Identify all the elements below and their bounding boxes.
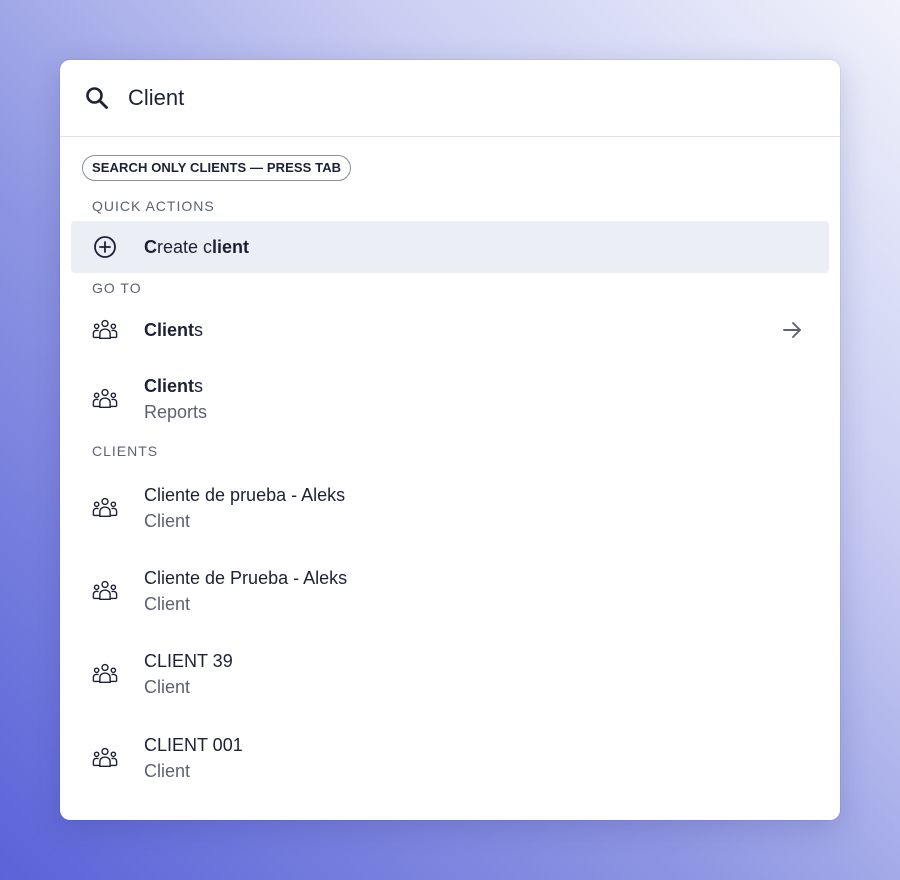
goto-item-label: Clients xyxy=(144,320,204,340)
search-input[interactable] xyxy=(128,85,728,111)
client-type: Client xyxy=(144,677,191,697)
goto-item-clients-reports[interactable]: Clients Reports xyxy=(71,360,829,438)
group-icon xyxy=(92,317,118,343)
client-row-text: Cliente de prueba - Aleks Client xyxy=(144,482,345,534)
client-type: Client xyxy=(144,510,191,531)
client-row[interactable]: Cliente de Prueba - Aleks Client xyxy=(71,549,829,632)
client-name: CLIENT 39 xyxy=(144,651,233,671)
group-icon xyxy=(92,745,118,771)
client-type: Client xyxy=(144,593,191,614)
section-label-go-to: GO TO xyxy=(92,280,142,296)
client-row[interactable]: CLIENT 001 Client xyxy=(71,716,829,799)
client-row-text: CLIENT 39 Client xyxy=(144,648,233,700)
client-row[interactable]: CLIENT 39 Client xyxy=(71,632,829,716)
section-label-quick-actions: QUICK ACTIONS xyxy=(92,198,215,214)
command-palette: SEARCH ONLY CLIENTS — PRESS TAB QUICK AC… xyxy=(60,60,840,820)
plus-circle-icon xyxy=(92,234,118,260)
section-label-clients: CLIENTS xyxy=(92,443,159,459)
search-scope-chip[interactable]: SEARCH ONLY CLIENTS — PRESS TAB xyxy=(82,155,352,181)
quick-action-create-client[interactable]: Create client xyxy=(71,221,829,273)
client-row[interactable]: Cliente de prueba - Aleks Client xyxy=(71,466,829,549)
group-icon xyxy=(92,578,118,604)
client-type: Client xyxy=(144,760,191,781)
client-name: Cliente de Prueba - Aleks xyxy=(144,567,348,588)
goto-item-text: Clients Reports xyxy=(144,373,207,425)
client-row-text: Cliente de Prueba - Aleks Client xyxy=(144,565,347,617)
group-icon xyxy=(92,386,118,412)
client-name: CLIENT 001 xyxy=(144,734,243,755)
results-list: SEARCH ONLY CLIENTS — PRESS TAB QUICK AC… xyxy=(60,137,840,799)
goto-item-label: Clients xyxy=(144,376,204,396)
quick-action-label: Create client xyxy=(144,237,250,257)
client-row-text: CLIENT 001 Client xyxy=(144,732,243,784)
search-icon xyxy=(84,85,110,111)
goto-item-subtitle: Reports xyxy=(144,402,208,422)
arrow-right-icon xyxy=(781,319,803,341)
search-bar xyxy=(60,60,840,137)
client-name: Cliente de prueba - Aleks xyxy=(144,484,346,505)
goto-item-clients[interactable]: Clients xyxy=(71,300,829,360)
group-icon xyxy=(92,661,118,687)
group-icon xyxy=(92,495,118,521)
